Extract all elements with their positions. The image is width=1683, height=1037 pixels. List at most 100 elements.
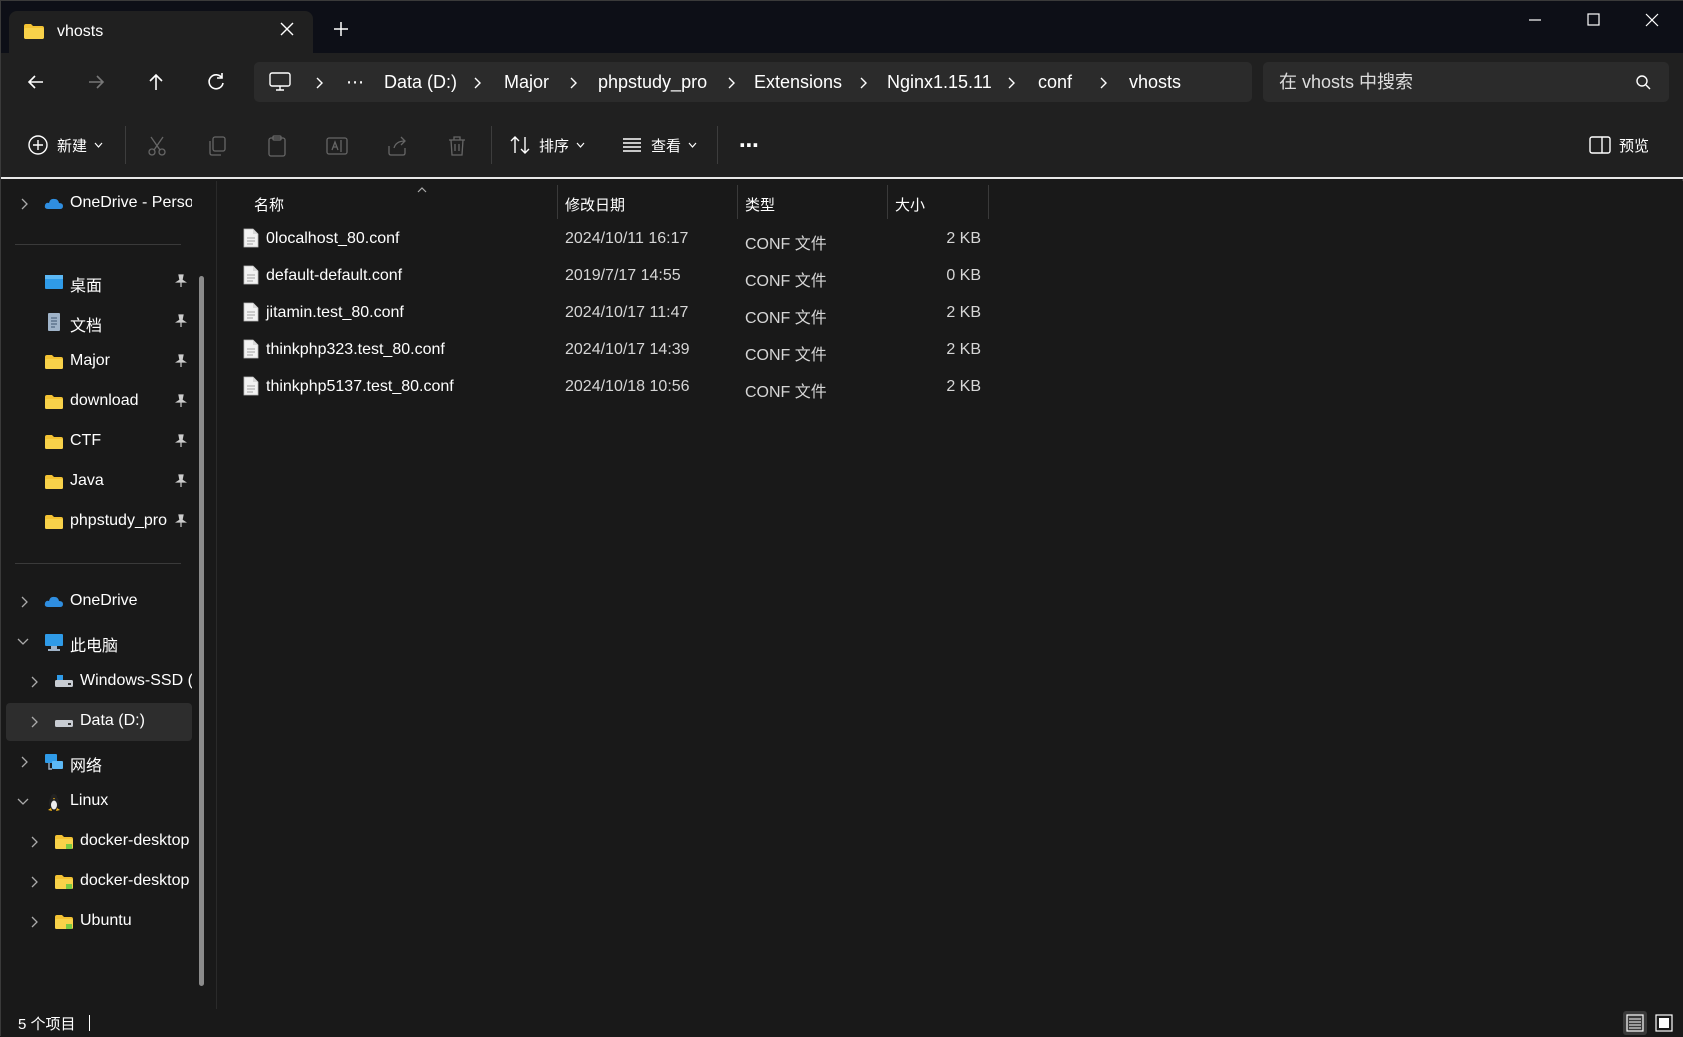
chevron-right-icon[interactable] xyxy=(1006,77,1016,89)
new-tab-icon[interactable] xyxy=(333,21,349,37)
chevron-right-icon[interactable] xyxy=(29,716,39,728)
sidebar-item-download[interactable]: download xyxy=(6,383,192,421)
chevron-right-icon[interactable] xyxy=(29,676,39,688)
view-list-icon xyxy=(623,138,641,152)
chevron-right-icon[interactable] xyxy=(472,77,482,89)
sidebar-item-this-pc[interactable]: 此电脑 xyxy=(6,623,192,661)
chevron-down-icon[interactable] xyxy=(17,797,29,807)
address-bar[interactable]: ⋯ Data (D:) Major phpstudy_pro Extension… xyxy=(254,62,1252,102)
breadcrumb-current[interactable]: vhosts xyxy=(1129,72,1181,93)
chevron-down-icon xyxy=(688,142,697,148)
close-tab-icon[interactable] xyxy=(279,21,295,37)
sidebar-item-label: OneDrive xyxy=(70,592,138,609)
delete-icon[interactable] xyxy=(445,134,469,158)
sidebar-scrollbar[interactable] xyxy=(199,276,204,986)
sidebar-item-desktop[interactable]: 桌面 xyxy=(6,263,192,301)
more-options-button[interactable]: ⋯ xyxy=(739,130,760,160)
chevron-right-icon[interactable] xyxy=(1098,77,1108,89)
chevron-right-icon[interactable] xyxy=(19,198,29,210)
sidebar-item-documents[interactable]: 文档 xyxy=(6,303,192,341)
sidebar-item-data-drive[interactable]: Data (D:) xyxy=(6,703,192,741)
folder-icon xyxy=(24,24,44,39)
table-row[interactable]: default-default.conf 2019/7/17 14:55 CON… xyxy=(237,258,1202,294)
search-icon[interactable] xyxy=(1635,74,1651,90)
table-row[interactable]: thinkphp323.test_80.conf 2024/10/17 14:3… xyxy=(237,332,1202,368)
column-header-type[interactable]: 类型 xyxy=(738,185,888,219)
sidebar-item-windows-ssd[interactable]: Windows-SSD ( xyxy=(6,663,192,701)
breadcrumb-item[interactable]: Data (D:) xyxy=(384,72,457,93)
table-row[interactable]: thinkphp5137.test_80.conf 2024/10/18 10:… xyxy=(237,369,1202,405)
sidebar-item-java[interactable]: Java xyxy=(6,463,192,501)
breadcrumb-item[interactable]: Major xyxy=(504,72,549,93)
forward-icon[interactable] xyxy=(81,67,111,97)
sort-ascending-icon xyxy=(417,187,427,193)
sidebar-item-network[interactable]: 网络 xyxy=(6,743,192,781)
cut-icon[interactable] xyxy=(145,134,169,158)
refresh-icon[interactable] xyxy=(201,67,231,97)
tiles-view-icon[interactable] xyxy=(1652,1011,1676,1035)
drive-icon xyxy=(55,675,73,687)
breadcrumb-overflow[interactable]: ⋯ xyxy=(346,72,364,93)
column-header-date[interactable]: 修改日期 xyxy=(558,185,738,219)
up-icon[interactable] xyxy=(141,67,171,97)
sidebar-item-onedrive[interactable]: OneDrive xyxy=(6,583,192,621)
chevron-right-icon[interactable] xyxy=(19,596,29,608)
table-row[interactable]: jitamin.test_80.conf 2024/10/17 11:47 CO… xyxy=(237,295,1202,331)
pin-icon xyxy=(175,394,187,407)
view-button[interactable]: 查看 xyxy=(621,130,697,160)
computer-icon[interactable] xyxy=(269,72,291,92)
sidebar-item-label: Ubuntu xyxy=(80,912,132,929)
sidebar-item-docker-desktop[interactable]: docker-desktop xyxy=(6,823,192,861)
table-row[interactable]: 0localhost_80.conf 2024/10/11 16:17 CONF… xyxy=(237,221,1202,257)
search-input[interactable] xyxy=(1279,68,1619,96)
sidebar-item-major[interactable]: Major xyxy=(6,343,192,381)
sidebar-item-ubuntu[interactable]: Ubuntu xyxy=(6,903,192,941)
sidebar-item-label: docker-desktop xyxy=(80,832,190,849)
linux-icon xyxy=(48,794,60,811)
network-icon xyxy=(45,754,63,770)
sort-button[interactable]: 排序 xyxy=(509,130,585,160)
minimize-icon[interactable] xyxy=(1521,9,1549,31)
breadcrumb-item[interactable]: phpstudy_pro xyxy=(598,72,707,93)
chevron-right-icon[interactable] xyxy=(29,876,39,888)
file-size: 2 KB xyxy=(946,304,981,321)
new-button[interactable]: 新建 xyxy=(27,130,103,160)
close-window-icon[interactable] xyxy=(1638,9,1666,31)
column-header-name[interactable]: 名称 xyxy=(237,185,558,219)
breadcrumb-item[interactable]: Extensions xyxy=(754,72,842,93)
sidebar-item-linux[interactable]: Linux xyxy=(6,783,192,821)
column-header-label: 类型 xyxy=(745,197,776,214)
back-icon[interactable] xyxy=(21,67,51,97)
sidebar-item-phpstudy-pro[interactable]: phpstudy_pro xyxy=(6,503,192,541)
chevron-right-icon[interactable] xyxy=(29,916,39,928)
column-header-size[interactable]: 大小 xyxy=(888,185,989,219)
sidebar-item-ctf[interactable]: CTF xyxy=(6,423,192,461)
chevron-right-icon[interactable] xyxy=(726,77,736,89)
file-explorer-window: vhosts ⋯ Data (D:) Major phpstudy_pro Ex… xyxy=(0,0,1683,1037)
status-separator xyxy=(89,1015,90,1031)
chevron-right-icon[interactable] xyxy=(29,836,39,848)
status-bar: 5 个项目 xyxy=(1,1009,1683,1037)
details-view-icon[interactable] xyxy=(1623,1011,1647,1035)
copy-icon[interactable] xyxy=(205,134,229,158)
folder-icon xyxy=(45,515,63,529)
sidebar-item-label: Windows-SSD ( xyxy=(80,672,192,689)
search-box[interactable] xyxy=(1263,62,1669,102)
chevron-down-icon[interactable] xyxy=(17,637,29,647)
column-header-label: 修改日期 xyxy=(565,197,626,214)
sidebar-item-onedrive-personal[interactable]: OneDrive - Perso xyxy=(6,185,192,223)
breadcrumb-item[interactable]: conf xyxy=(1038,72,1072,93)
preview-pane-button[interactable]: 预览 xyxy=(1589,130,1649,160)
maximize-icon[interactable] xyxy=(1579,9,1607,31)
chevron-right-icon[interactable] xyxy=(568,77,578,89)
sidebar-item-docker-desktop-data[interactable]: docker-desktop xyxy=(6,863,192,901)
chevron-right-icon[interactable] xyxy=(19,756,29,768)
folder-icon xyxy=(45,395,63,409)
share-icon[interactable] xyxy=(385,134,409,158)
chevron-right-icon[interactable] xyxy=(858,77,868,89)
divider xyxy=(15,244,181,245)
paste-icon[interactable] xyxy=(265,134,289,158)
breadcrumb-item[interactable]: Nginx1.15.11 xyxy=(887,72,992,93)
rename-icon[interactable] xyxy=(325,134,349,158)
tab-vhosts[interactable]: vhosts xyxy=(9,11,313,53)
